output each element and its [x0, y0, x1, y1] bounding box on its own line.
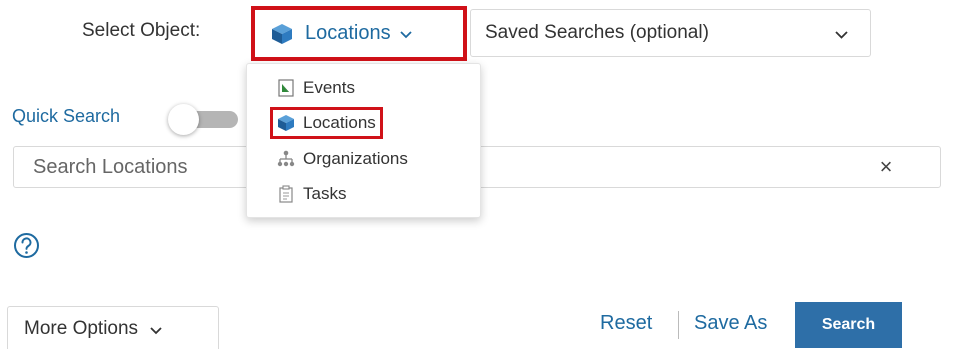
object-select-value: Locations [305, 22, 391, 44]
menu-item-tasks[interactable]: Tasks [277, 181, 346, 207]
help-icon[interactable] [13, 232, 40, 259]
cube-icon [278, 115, 294, 131]
chevron-down-icon [835, 31, 848, 39]
clear-icon[interactable]: × [876, 156, 896, 178]
quick-search-label: Quick Search [12, 106, 121, 126]
divider [678, 311, 679, 339]
reset-link[interactable]: Reset [600, 312, 652, 335]
more-options-button[interactable]: More Options [7, 306, 219, 349]
cube-icon [272, 23, 292, 44]
clipboard-icon [279, 185, 293, 203]
menu-item-label: Organizations [303, 149, 408, 168]
menu-item-label: Locations [303, 113, 376, 132]
saved-searches-value: Saved Searches (optional) [485, 22, 709, 43]
saved-searches-select[interactable]: Saved Searches (optional) [470, 9, 871, 57]
menu-item-label: Events [303, 78, 355, 97]
select-object-label: Select Object: [82, 20, 201, 41]
quick-search-toggle[interactable] [168, 104, 238, 135]
chevron-down-icon [150, 326, 162, 334]
document-icon [278, 79, 294, 97]
toggle-knob [168, 104, 199, 135]
menu-item-locations[interactable]: Locations [270, 107, 383, 139]
object-select[interactable]: Locations [251, 6, 467, 61]
menu-item-events[interactable]: Events [277, 75, 355, 101]
more-options-label: More Options [24, 318, 139, 339]
menu-item-organizations[interactable]: Organizations [277, 146, 408, 172]
search-button[interactable]: Search [795, 302, 902, 348]
save-as-link[interactable]: Save As [694, 312, 767, 335]
org-chart-icon [277, 150, 295, 167]
menu-item-label: Tasks [303, 184, 347, 203]
chevron-down-icon [399, 31, 412, 39]
object-dropdown-menu: Events Locations Organizations Tasks [246, 63, 481, 218]
